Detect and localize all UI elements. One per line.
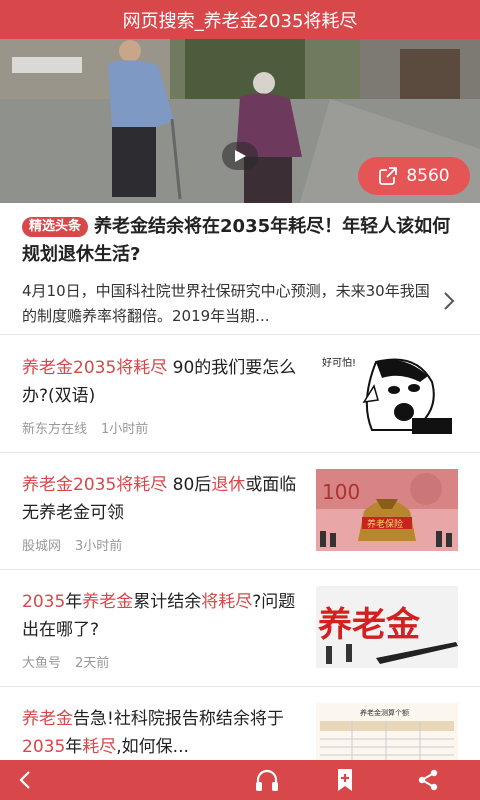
news-time: 2天前: [75, 656, 110, 671]
news-title: 2035年养老金累计结余将耗尽?问题出在哪了?: [22, 588, 302, 644]
news-title-text: ,如何保...: [116, 737, 189, 757]
play-icon: [235, 150, 246, 162]
bookmark-add-button[interactable]: [332, 768, 358, 792]
featured-title-block: 精选头条 养老金结余将在2035年耗尽！年轻人该如何规划退休生活?: [22, 213, 462, 269]
news-meta: 大鱼号 2天前: [22, 652, 109, 671]
news-thumbnail: 100 养老保险: [316, 469, 458, 551]
news-source: 大鱼号: [22, 656, 62, 671]
news-title-highlight: 耗尽: [82, 737, 117, 757]
news-title-highlight: 2035: [22, 592, 66, 612]
share-icon: [418, 769, 438, 791]
thumb-caption: 养老金测算个额: [360, 708, 409, 717]
featured-summary: 4月10日，中国科社院世界社保研究中心预测，未来30年我国的制度赡养率将翻倍。2…: [22, 282, 430, 325]
back-button[interactable]: [12, 768, 38, 792]
news-title: 养老金2035将耗尽 80后退休或面临无养老金可领: [22, 471, 302, 527]
news-title: 养老金告急!社科院报告称结余将于 2035年耗尽,如何保...: [22, 705, 302, 761]
share-count-button[interactable]: 8560: [358, 157, 470, 195]
featured-tag: 精选头条: [22, 217, 89, 237]
share-out-icon: [379, 167, 398, 185]
thumb-caption: 养老金: [318, 605, 421, 645]
news-item[interactable]: 养老金2035将耗尽 80后退休或面临无养老金可领 股城网 3小时前 100 养老…: [0, 453, 480, 570]
news-title: 养老金2035将耗尽 90的我们要怎么办?(双语): [22, 354, 302, 410]
news-title-highlight: 2035: [22, 737, 66, 757]
play-button[interactable]: [222, 142, 258, 170]
news-thumbnail: 养老金: [316, 586, 458, 668]
pension-characters-image: 养老金: [316, 586, 458, 668]
news-meta: 新东方在线 1小时前: [22, 418, 148, 437]
chevron-right-icon[interactable]: [443, 291, 455, 311]
share-button[interactable]: [415, 768, 441, 792]
news-title-highlight: 养老金2035将耗尽: [22, 475, 168, 495]
bookmark-add-icon: [338, 769, 352, 791]
news-title-text: 告急!社科院报告称结余将于: [73, 709, 284, 729]
news-title-highlight: 将耗尽: [201, 592, 253, 612]
bottom-toolbar: [0, 760, 480, 800]
page-title: 网页搜索_养老金2035将耗尽: [122, 10, 358, 32]
news-source: 新东方在线: [22, 422, 88, 437]
news-item[interactable]: 2035年养老金累计结余将耗尽?问题出在哪了? 大鱼号 2天前 养老金: [0, 570, 480, 687]
thumb-caption: 养老保险: [367, 518, 403, 530]
scared-face-image: 好可怕!: [316, 352, 458, 434]
news-thumbnail: 好可怕!: [316, 352, 458, 434]
svg-text:100: 100: [322, 480, 360, 504]
back-arrow-icon: [19, 771, 30, 789]
listen-button[interactable]: [254, 768, 280, 792]
news-source: 股城网: [22, 539, 62, 554]
news-time: 1小时前: [101, 422, 149, 437]
news-title-text: 年: [65, 737, 83, 757]
news-title-text: 累计结余: [133, 592, 202, 612]
news-title-highlight: 养老金2035将耗尽: [22, 358, 168, 378]
news-title-text: 80后: [167, 475, 212, 495]
news-title-text: 年: [65, 592, 83, 612]
news-title-highlight: 养老金: [82, 592, 134, 612]
headphones-icon: [256, 769, 278, 791]
news-item[interactable]: 养老金2035将耗尽 90的我们要怎么办?(双语) 新东方在线 1小时前 好可怕!: [0, 336, 480, 453]
news-meta: 股城网 3小时前: [22, 535, 122, 554]
news-time: 3小时前: [75, 539, 123, 554]
featured-article[interactable]: 精选头条 养老金结余将在2035年耗尽！年轻人该如何规划退休生活? 4月10日，中…: [0, 203, 480, 335]
title-bar: 网页搜索_养老金2035将耗尽: [0, 0, 480, 39]
share-count: 8560: [406, 166, 450, 186]
money-bag-image: 100 养老保险: [316, 469, 458, 551]
news-title-highlight: 养老金: [22, 709, 73, 729]
thumb-caption: 好可怕!: [322, 356, 356, 369]
news-title-highlight: 退休: [211, 475, 246, 495]
